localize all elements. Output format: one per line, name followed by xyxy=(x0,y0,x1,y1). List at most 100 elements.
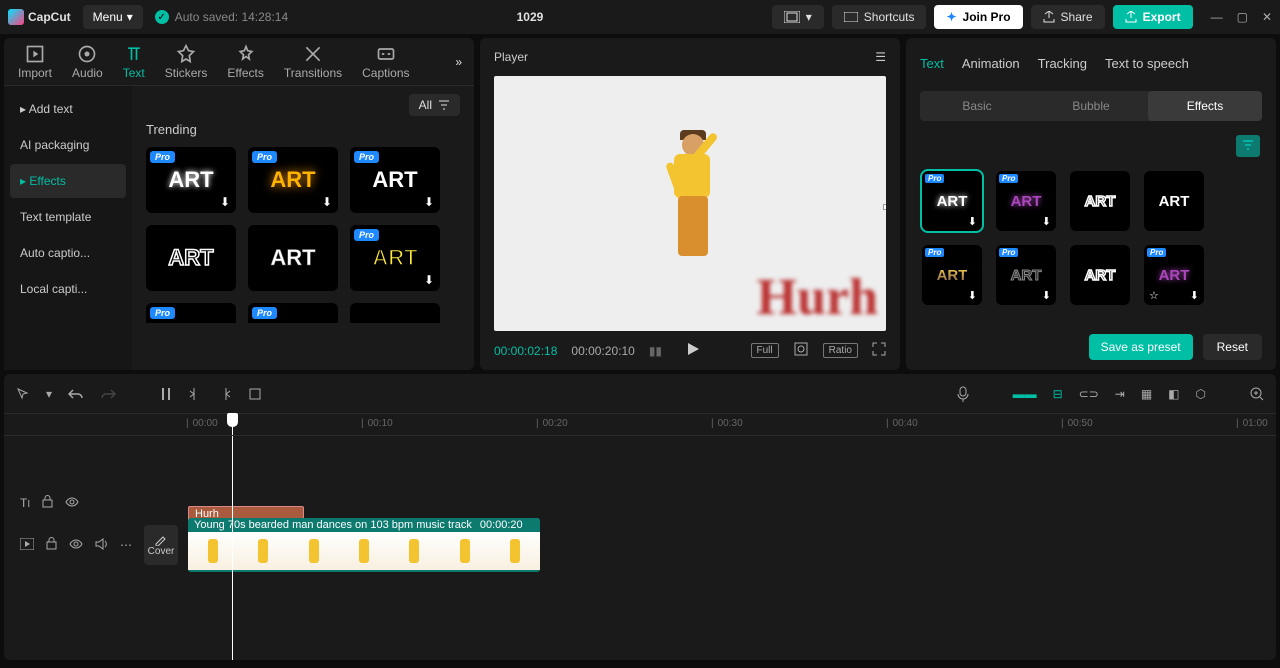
close-button[interactable]: ✕ xyxy=(1262,10,1272,24)
player-menu-icon[interactable]: ☰ xyxy=(875,50,886,64)
minimize-button[interactable]: — xyxy=(1211,10,1223,24)
inspector-effect-thumb[interactable]: ART xyxy=(1070,245,1130,305)
crop-icon[interactable] xyxy=(793,341,809,360)
share-button[interactable]: Share xyxy=(1031,5,1105,29)
compare-icon[interactable]: ▮▮ xyxy=(649,344,662,358)
tab-captions[interactable]: Captions xyxy=(352,40,419,84)
fullscreen-icon[interactable] xyxy=(872,342,886,359)
itab-tts[interactable]: Text to speech xyxy=(1105,50,1189,77)
timeline-panel: ▾ ▬▬ ⊟ ⊂⊃ ⇥ ▦ ◧ ⬡ 00:0000:1000:2000:3000… xyxy=(4,374,1276,660)
effect-thumb[interactable]: ART xyxy=(146,225,236,291)
effects-gallery: All Trending ProART⬇ProART⬇ProART⬇ARTART… xyxy=(132,86,474,370)
tab-text[interactable]: Text xyxy=(113,40,155,84)
eye-icon[interactable] xyxy=(69,538,83,552)
crop-button[interactable] xyxy=(248,387,262,401)
preview-axis-button[interactable]: ▦ xyxy=(1141,387,1152,401)
video-clip[interactable]: Young 70s bearded man dances on 103 bpm … xyxy=(188,518,540,572)
effect-thumb[interactable]: ProART⬇ xyxy=(248,147,338,213)
aspect-icon xyxy=(784,11,800,23)
split-left-button[interactable] xyxy=(188,387,202,401)
tab-import[interactable]: Import xyxy=(8,40,62,84)
tab-effects[interactable]: Effects xyxy=(217,40,273,84)
effect-thumb[interactable]: ProART⬇ xyxy=(146,147,236,213)
itab-tracking[interactable]: Tracking xyxy=(1038,50,1087,77)
itab-text[interactable]: Text xyxy=(920,50,944,77)
maximize-button[interactable]: ▢ xyxy=(1237,10,1248,24)
export-button[interactable]: Export xyxy=(1113,5,1193,29)
gallery-filter-button[interactable]: All xyxy=(409,94,460,116)
expand-tabs-button[interactable]: » xyxy=(447,55,470,69)
timeline-toolbar: ▾ ▬▬ ⊟ ⊂⊃ ⇥ ▦ ◧ ⬡ xyxy=(4,374,1276,414)
inspector-effect-thumb[interactable]: ART xyxy=(1070,171,1130,231)
menu-button[interactable]: Menu ▾ xyxy=(83,5,143,29)
sidebar-item-autocaptions[interactable]: Auto captio... xyxy=(10,236,126,270)
magnet-main-button[interactable]: ▬▬ xyxy=(1013,387,1037,401)
link-button[interactable]: ⊂⊃ xyxy=(1079,387,1099,401)
mic-button[interactable] xyxy=(957,386,969,402)
sidebar-item-effects[interactable]: ▸ Effects xyxy=(10,164,126,198)
inspector-effect-thumb[interactable]: ProART⬇ xyxy=(996,171,1056,231)
snap-button[interactable]: ◧ xyxy=(1168,387,1179,401)
sidebar-item-aipackaging[interactable]: AI packaging xyxy=(10,128,126,162)
player-preview[interactable]: Hurh xyxy=(494,76,886,331)
project-title[interactable]: 1029 xyxy=(300,10,760,24)
itab-animation[interactable]: Animation xyxy=(962,50,1020,77)
sidebar-item-addtext[interactable]: ▸ Add text xyxy=(10,92,126,126)
timeline-body[interactable]: TI Hurh ⋯ Cover Youn xyxy=(4,436,1276,660)
pointer-tool[interactable] xyxy=(16,387,30,401)
effect-thumb[interactable]: Pro xyxy=(248,303,338,323)
playhead-line[interactable] xyxy=(232,436,233,660)
inspector-effect-thumb[interactable]: ART xyxy=(1144,171,1204,231)
tab-audio[interactable]: Audio xyxy=(62,40,113,84)
tab-transitions[interactable]: Transitions xyxy=(274,40,352,84)
mute-icon[interactable] xyxy=(95,538,108,553)
tab-stickers[interactable]: Stickers xyxy=(155,40,218,84)
effect-thumb[interactable]: Pro xyxy=(146,303,236,323)
lock-icon[interactable] xyxy=(46,537,57,553)
sidebar-item-texttemplate[interactable]: Text template xyxy=(10,200,126,234)
more-icon[interactable]: ⋯ xyxy=(120,538,132,552)
inspector-effect-thumb[interactable]: ProART⬇ xyxy=(922,245,982,305)
player-panel: Player ☰ Hurh 00:00:02:18 00:00:20:10 ▮▮… xyxy=(480,38,900,370)
split-right-button[interactable] xyxy=(218,387,232,401)
align-button[interactable]: ⇥ xyxy=(1115,387,1125,401)
track-opts-button[interactable]: ⬡ xyxy=(1196,387,1206,401)
redo-button[interactable] xyxy=(100,387,116,401)
preview-text-overlay[interactable]: Hurh xyxy=(757,268,878,327)
inspector-effect-thumb[interactable]: ProART⬇ xyxy=(922,171,982,231)
zoom-in-button[interactable] xyxy=(1250,387,1264,401)
effect-thumb[interactable]: ProART⬇ xyxy=(350,225,440,291)
text-icon xyxy=(124,44,144,64)
inspector-effects-grid: ProART⬇ProART⬇ARTARTProART⬇ProART⬇ARTPro… xyxy=(906,157,1276,319)
undo-button[interactable] xyxy=(68,387,84,401)
effect-thumb[interactable] xyxy=(350,303,440,323)
shortcuts-button[interactable]: Shortcuts xyxy=(832,5,927,29)
play-button[interactable] xyxy=(686,342,700,359)
split-button[interactable] xyxy=(160,387,172,401)
pointer-dropdown[interactable]: ▾ xyxy=(46,387,52,401)
inspector-effect-thumb[interactable]: ProART☆⬇ xyxy=(1144,245,1204,305)
inspector-filter-button[interactable] xyxy=(1236,135,1260,157)
selection-handle[interactable] xyxy=(883,204,886,210)
timeline-playhead[interactable] xyxy=(232,414,233,435)
eye-icon[interactable] xyxy=(65,496,79,510)
sidebar-item-localcaptions[interactable]: Local capti... xyxy=(10,272,126,306)
aspect-ratio-button[interactable]: ▾ xyxy=(772,5,824,29)
app-logo: CapCut xyxy=(8,9,71,25)
app-name: CapCut xyxy=(28,10,71,24)
stab-basic[interactable]: Basic xyxy=(920,91,1034,121)
timeline-ruler[interactable]: 00:0000:1000:2000:3000:4000:5001:00 xyxy=(4,414,1276,436)
effect-thumb[interactable]: ART xyxy=(248,225,338,291)
save-preset-button[interactable]: Save as preset xyxy=(1089,334,1193,360)
cover-button[interactable]: Cover xyxy=(144,525,178,565)
magnet-track-button[interactable]: ⊟ xyxy=(1053,387,1063,401)
reset-button[interactable]: Reset xyxy=(1203,334,1262,360)
lock-icon[interactable] xyxy=(42,495,53,511)
ratio-button[interactable]: Ratio xyxy=(823,343,858,358)
inspector-effect-thumb[interactable]: ProART⬇ xyxy=(996,245,1056,305)
join-pro-button[interactable]: ✦Join Pro xyxy=(934,5,1022,29)
stab-effects[interactable]: Effects xyxy=(1148,91,1262,121)
stab-bubble[interactable]: Bubble xyxy=(1034,91,1148,121)
effect-thumb[interactable]: ProART⬇ xyxy=(350,147,440,213)
full-button[interactable]: Full xyxy=(751,343,779,358)
